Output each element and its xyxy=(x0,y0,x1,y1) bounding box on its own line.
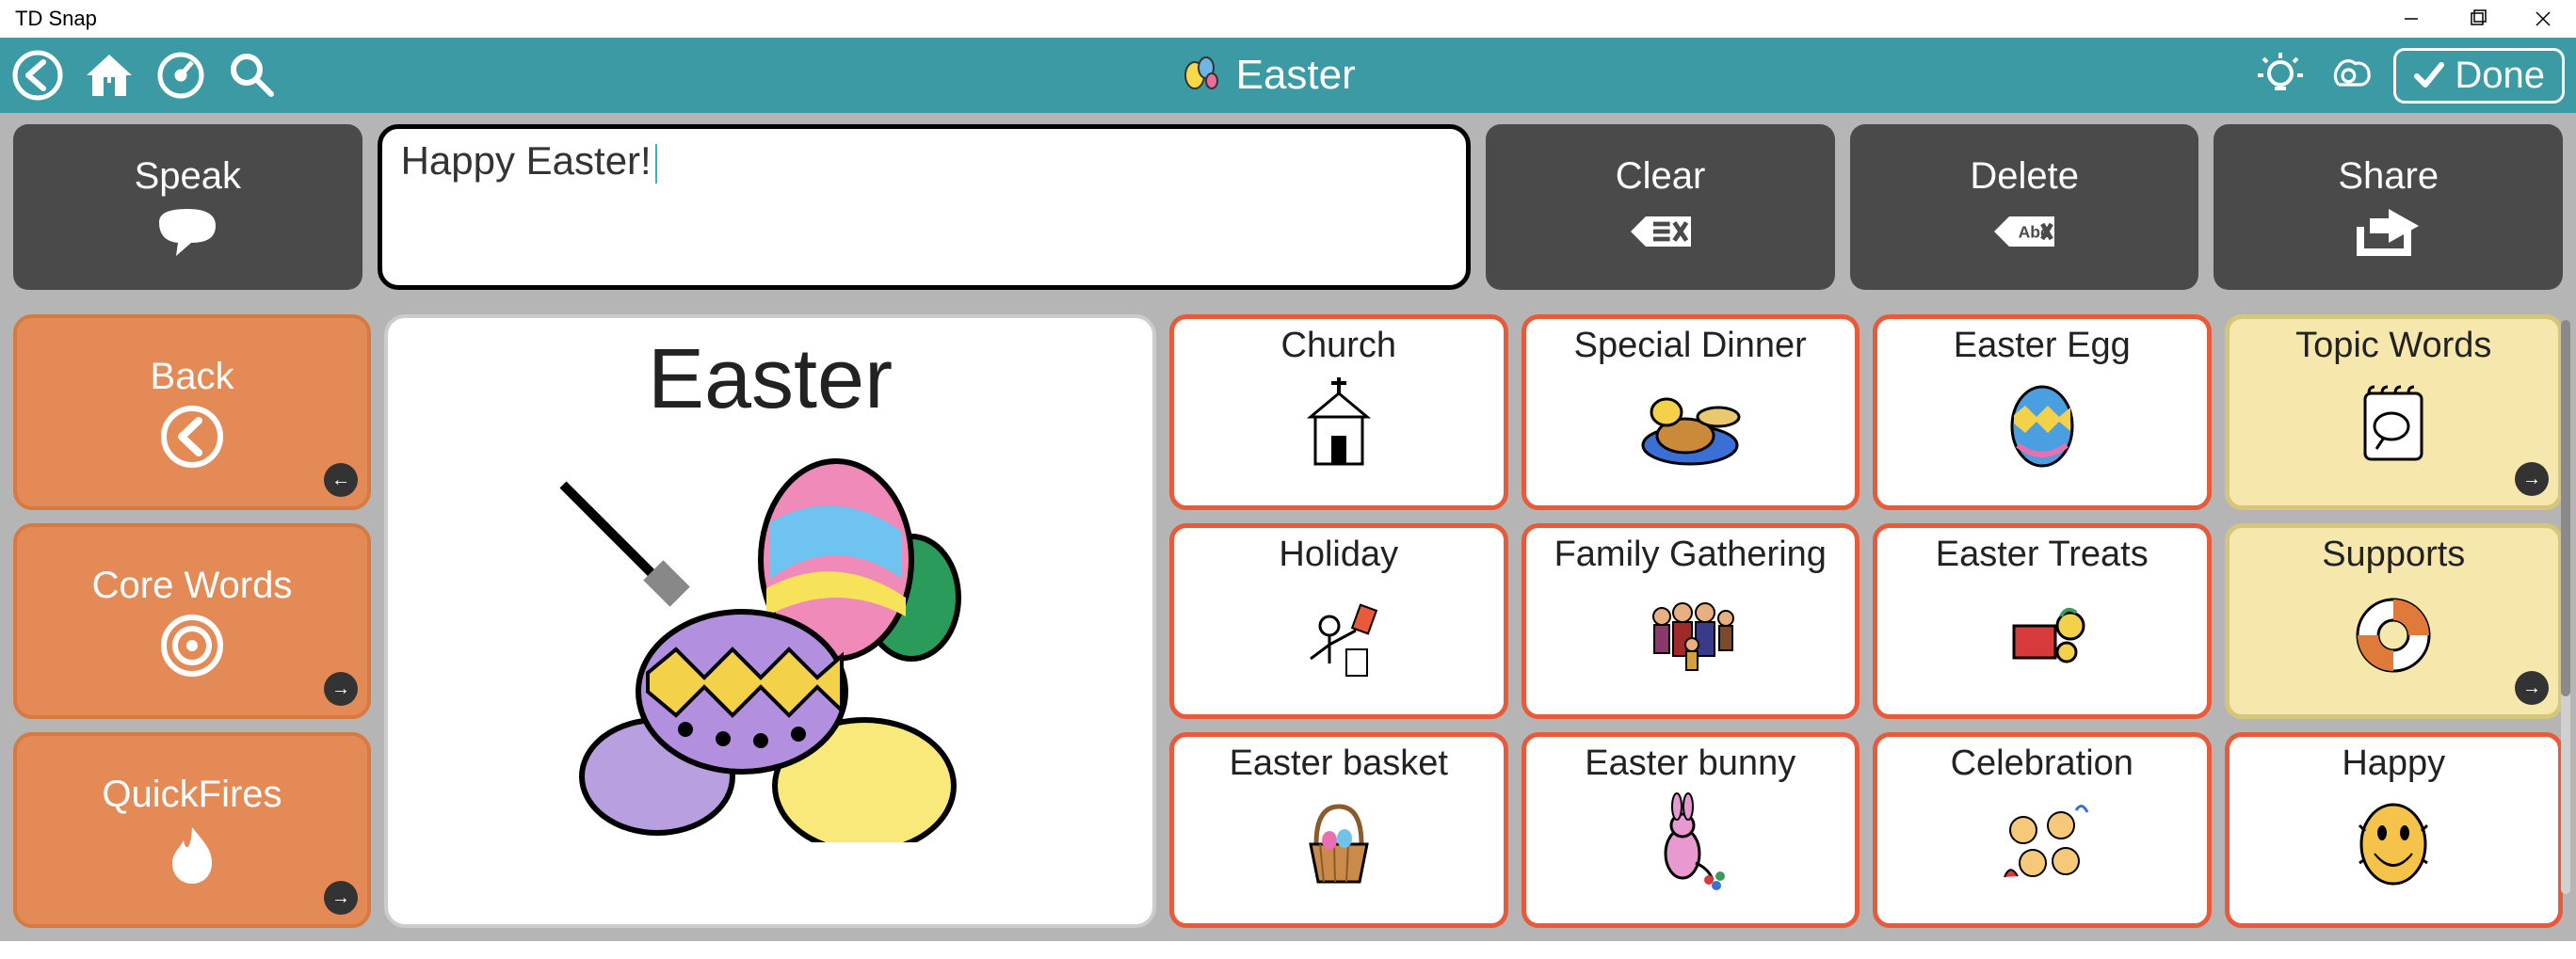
holiday-icon xyxy=(1282,579,1395,682)
link-indicator-icon: → xyxy=(2515,671,2549,705)
message-textbox[interactable]: Happy Easter! xyxy=(378,124,1472,290)
cell-label: Topic Words xyxy=(2295,327,2491,366)
delete-label: Delete xyxy=(1970,155,2079,198)
back-arrow-icon xyxy=(159,404,225,470)
message-content: Happy Easter! xyxy=(401,138,652,183)
cell-label: Family Gathering xyxy=(1554,535,1827,575)
cell-label: Special Dinner xyxy=(1574,327,1807,366)
cell-topic-words[interactable]: Topic Words → xyxy=(2225,314,2564,510)
back-button[interactable]: Back ← xyxy=(13,314,371,510)
notepad-icon xyxy=(2337,370,2450,473)
celebration-icon xyxy=(1986,788,2099,891)
window-title: TD Snap xyxy=(15,7,97,31)
share-icon xyxy=(2351,203,2426,260)
cell-supports[interactable]: Supports → xyxy=(2225,523,2564,719)
easter-eggs-icon xyxy=(525,438,1015,842)
main-area: Back ← Core Words → QuickFires → Easter xyxy=(0,301,2576,941)
happy-face-icon xyxy=(2337,788,2450,891)
quickfires-label: QuickFires xyxy=(102,774,282,816)
grid-scrollbar[interactable] xyxy=(2561,320,2570,894)
search-icon[interactable] xyxy=(226,49,279,102)
home-icon[interactable] xyxy=(83,49,136,102)
hero-title: Easter xyxy=(648,331,893,428)
lightbulb-icon[interactable] xyxy=(2254,49,2307,102)
family-icon xyxy=(1634,579,1747,682)
cell-easter-basket[interactable]: Easter basket xyxy=(1169,732,1508,928)
done-label: Done xyxy=(2455,55,2545,97)
target-icon xyxy=(159,613,225,679)
maximize-button[interactable] xyxy=(2444,0,2510,38)
cell-label: Easter Treats xyxy=(1936,535,2149,575)
lifebuoy-icon xyxy=(2337,579,2450,682)
back-icon[interactable] xyxy=(11,49,64,102)
topic-hero[interactable]: Easter xyxy=(384,314,1156,928)
link-indicator-icon: ← xyxy=(324,463,358,497)
speak-label: Speak xyxy=(135,155,241,198)
scrollbar-thumb[interactable] xyxy=(2561,320,2570,696)
cell-label: Celebration xyxy=(1951,744,2133,784)
word-grid: Church Special Dinner Easter Egg Topic W… xyxy=(1169,314,2563,928)
basket-icon xyxy=(1282,788,1395,891)
flame-icon xyxy=(159,822,225,887)
clear-label: Clear xyxy=(1616,155,1706,198)
cell-label: Easter Egg xyxy=(1954,327,2131,366)
speech-bubble-icon xyxy=(150,203,225,260)
core-words-button[interactable]: Core Words → xyxy=(13,523,371,719)
sidebar: Back ← Core Words → QuickFires → xyxy=(13,314,371,928)
cell-celebration[interactable]: Celebration xyxy=(1873,732,2212,928)
cell-label: Supports xyxy=(2322,535,2465,575)
sync-icon[interactable] xyxy=(2324,49,2376,102)
cell-holiday[interactable]: Holiday xyxy=(1169,523,1508,719)
church-icon xyxy=(1282,370,1395,473)
back-label: Back xyxy=(151,356,234,398)
cell-church[interactable]: Church xyxy=(1169,314,1508,510)
dinner-icon xyxy=(1634,370,1747,473)
cell-happy[interactable]: Happy xyxy=(2225,732,2564,928)
link-indicator-icon: → xyxy=(2515,462,2549,496)
cell-label: Easter bunny xyxy=(1585,744,1795,784)
delete-icon: Abc xyxy=(1987,203,2062,260)
clear-icon xyxy=(1623,203,1699,260)
cell-easter-egg[interactable]: Easter Egg xyxy=(1873,314,2212,510)
cell-label: Church xyxy=(1281,327,1397,366)
cell-label: Easter basket xyxy=(1230,744,1448,784)
clear-button[interactable]: Clear xyxy=(1486,124,1835,290)
cell-family-gathering[interactable]: Family Gathering xyxy=(1521,523,1860,719)
cell-easter-bunny[interactable]: Easter bunny xyxy=(1521,732,1860,928)
message-bar: Speak Happy Easter! Clear Delete Abc Sha… xyxy=(0,113,2576,301)
close-button[interactable] xyxy=(2510,0,2576,38)
minimize-button[interactable] xyxy=(2378,0,2444,38)
cell-special-dinner[interactable]: Special Dinner xyxy=(1521,314,1860,510)
share-label: Share xyxy=(2338,155,2439,198)
cell-easter-treats[interactable]: Easter Treats xyxy=(1873,523,2212,719)
page-title: Easter xyxy=(1236,52,1356,99)
share-button[interactable]: Share xyxy=(2214,124,2563,290)
speak-button[interactable]: Speak xyxy=(13,124,362,290)
app-toolbar: Easter Done xyxy=(0,38,2576,113)
treats-icon xyxy=(1986,579,2099,682)
page-icon xyxy=(1178,47,1225,104)
core-words-label: Core Words xyxy=(92,565,293,607)
link-indicator-icon: → xyxy=(324,672,358,706)
egg-icon xyxy=(1986,370,2099,473)
dashboard-icon[interactable] xyxy=(154,49,207,102)
cell-label: Holiday xyxy=(1279,535,1398,575)
link-indicator-icon: → xyxy=(324,881,358,915)
quickfires-button[interactable]: QuickFires → xyxy=(13,732,371,928)
done-button[interactable]: Done xyxy=(2393,48,2565,104)
cell-label: Happy xyxy=(2342,744,2445,784)
window-titlebar: TD Snap xyxy=(0,0,2576,38)
bunny-icon xyxy=(1634,788,1747,891)
delete-button[interactable]: Delete Abc xyxy=(1850,124,2199,290)
